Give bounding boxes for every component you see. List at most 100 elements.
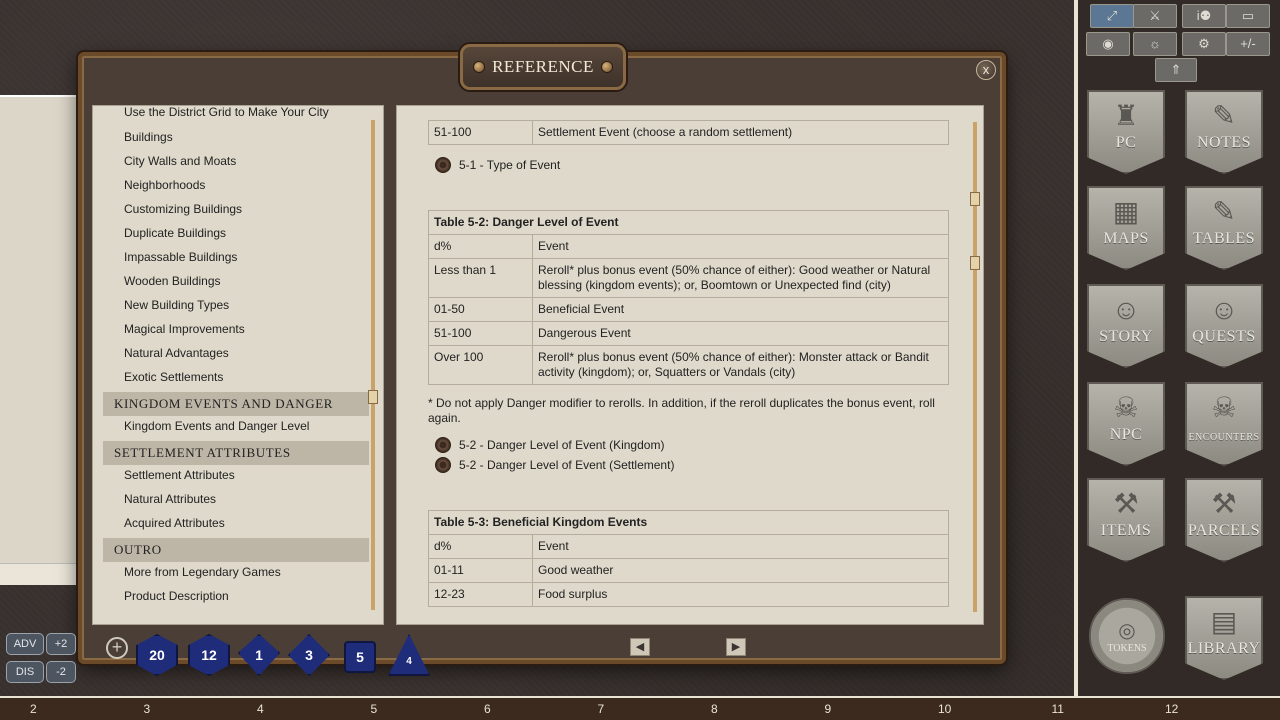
toc-item[interactable]: More from Legendary Games — [103, 563, 369, 587]
table-5-2: Table 5-2: Danger Level of Event d% Event L… — [428, 210, 949, 385]
next-page-button[interactable]: ▶ — [726, 638, 746, 656]
toc-item[interactable]: Product Description — [103, 587, 369, 611]
toc-item[interactable]: Neighborhoods — [103, 176, 369, 200]
toc-scrollbar-thumb[interactable] — [368, 390, 378, 404]
table-row: 12-23 Food surplus — [428, 582, 949, 607]
banner-label: PC — [1115, 134, 1137, 151]
items-button[interactable]: ⚒ ITEMS — [1087, 478, 1165, 562]
color-tool-button[interactable]: ◉ — [1086, 32, 1130, 56]
link-label[interactable]: 5-2 - Danger Level of Event (Settlement) — [459, 458, 674, 472]
pointer-tool-button[interactable]: ⤢ — [1090, 4, 1134, 28]
ruler-tick: 12 — [1165, 702, 1179, 716]
minus-2-button[interactable]: -2 — [46, 661, 76, 683]
library-button[interactable]: ▤ LIBRARY — [1185, 596, 1263, 680]
table-row: 01-50 Beneficial Event — [428, 297, 949, 322]
table-cell: 51-100 — [428, 321, 533, 346]
d6-die[interactable]: 5 — [344, 641, 376, 673]
table-caption: Table 5-2: Danger Level of Event — [428, 210, 949, 235]
combat-tool-button[interactable]: ⚔ — [1133, 4, 1177, 28]
link-icon[interactable] — [435, 157, 451, 173]
close-button[interactable]: x — [976, 60, 996, 80]
toc-item[interactable]: City Walls and Moats — [103, 152, 369, 176]
table-header-cell: Event — [532, 234, 949, 259]
toc-item[interactable]: Buildings — [103, 128, 369, 152]
npc-button[interactable]: ☠ NPC — [1087, 382, 1165, 466]
toc-item[interactable]: Magical Improvements — [103, 320, 369, 344]
toc-item[interactable]: Duplicate Buildings — [103, 224, 369, 248]
toc-item[interactable]: New Building Types — [103, 296, 369, 320]
toc-item[interactable]: Natural Attributes — [103, 490, 369, 514]
toc-item[interactable]: Wooden Buildings — [103, 272, 369, 296]
link-icon[interactable] — [435, 437, 451, 453]
tokens-button[interactable]: ◎ TOKENS — [1089, 598, 1165, 674]
content-scrollbar-marker[interactable] — [970, 256, 980, 270]
ruler-tick: 4 — [257, 702, 264, 716]
quests-button[interactable]: ☺ QUESTS — [1185, 284, 1263, 368]
table-cell: Less than 1 — [428, 258, 533, 298]
banner-label: QUESTS — [1192, 328, 1256, 345]
reference-title-plate[interactable]: REFERENCE — [460, 44, 626, 90]
toc-item[interactable]: Impassable Buildings — [103, 248, 369, 272]
ruler-tick: 2 — [30, 702, 37, 716]
notes-button[interactable]: ✎ NOTES — [1185, 90, 1263, 174]
table-row: Over 100 Reroll* plus bonus event (50% ch… — [428, 345, 949, 385]
lighting-tool-button[interactable]: ☼ — [1133, 32, 1177, 56]
table-caption: Table 5-3: Beneficial Kingdom Events — [428, 510, 949, 535]
up-tool-button[interactable]: ⇑ — [1155, 58, 1197, 82]
toc-item[interactable]: Use the District Grid to Make Your City — [103, 106, 369, 128]
ruler-tick: 11 — [1051, 702, 1064, 716]
toc-scrollbar[interactable] — [368, 120, 378, 610]
tables-button[interactable]: ✎ TABLES — [1185, 186, 1263, 270]
content-scrollbar-thumb[interactable] — [970, 192, 980, 206]
table-cell: Settlement Event (choose a random settle… — [532, 120, 949, 145]
link-5-2-settlement[interactable]: 5-2 - Danger Level of Event (Settlement) — [435, 456, 674, 474]
table-5-3: Table 5-3: Beneficial Kingdom Events d% Ev… — [428, 510, 949, 607]
modifier-tool-button[interactable]: +/- — [1226, 32, 1270, 56]
ruler-tick: 6 — [484, 702, 491, 716]
table-note: * Do not apply Danger modifier to reroll… — [428, 396, 935, 425]
disadvantage-button[interactable]: DIS — [6, 661, 44, 683]
toc-item[interactable]: Acquired Attributes — [103, 514, 369, 538]
banner-label: MAPS — [1103, 230, 1149, 247]
pc-button[interactable]: ♜ PC — [1087, 90, 1165, 174]
options-tool-button[interactable]: ⚙ — [1182, 32, 1226, 56]
banner-label: NPC — [1109, 426, 1143, 443]
toc-item[interactable]: Customizing Buildings — [103, 200, 369, 224]
tables-icon: ✎ — [1212, 197, 1236, 228]
toc-item[interactable]: Exotic Settlements — [103, 368, 369, 392]
reference-content: 51-100 Settlement Event (choose a random… — [396, 105, 984, 625]
notes-tool-button[interactable]: ▭ — [1226, 4, 1270, 28]
toc-section-header[interactable]: KINGDOM EVENTS AND DANGER — [103, 392, 369, 416]
parcels-button[interactable]: ⚒ PARCELS — [1185, 478, 1263, 562]
toc-section-header[interactable]: OUTRO — [103, 538, 369, 562]
npc-icon: ☠ — [1113, 393, 1139, 424]
toc-section-header[interactable]: SETTLEMENT ATTRIBUTES — [103, 441, 369, 465]
content-scrollbar[interactable] — [970, 122, 980, 612]
add-dice-icon[interactable]: + — [106, 637, 128, 659]
link-label[interactable]: 5-2 - Danger Level of Event (Kingdom) — [459, 438, 664, 452]
party-tool-button[interactable]: i⚉ — [1182, 4, 1226, 28]
previous-page-button[interactable]: ◀ — [630, 638, 650, 656]
rivet-icon — [474, 62, 485, 72]
maps-button[interactable]: ▦ MAPS — [1087, 186, 1165, 270]
link-5-2-kingdom[interactable]: 5-2 - Danger Level of Event (Kingdom) — [435, 436, 664, 454]
banner-label: PARCELS — [1187, 522, 1261, 539]
table-header-cell: d% — [428, 534, 533, 559]
distance-ruler: 2 3 4 5 6 7 8 9 10 11 12 — [0, 696, 1280, 720]
toc-item[interactable]: Settlement Attributes — [103, 466, 369, 490]
plus-2-button[interactable]: +2 — [46, 633, 76, 655]
toc-item[interactable]: Kingdom Events and Danger Level — [103, 417, 369, 441]
banner-label: STORY — [1099, 328, 1153, 345]
link-5-1[interactable]: 5-1 - Type of Event — [435, 156, 560, 174]
link-icon[interactable] — [435, 457, 451, 473]
background-document — [0, 95, 78, 585]
encounters-icon: ☠ — [1211, 393, 1237, 424]
story-button[interactable]: ☺ STORY — [1087, 284, 1165, 368]
link-label[interactable]: 5-1 - Type of Event — [459, 158, 560, 172]
ruler-tick: 9 — [824, 702, 832, 716]
table-row: 51-100 Dangerous Event — [428, 321, 949, 346]
advantage-button[interactable]: ADV — [6, 633, 44, 655]
toc-item[interactable]: Natural Advantages — [103, 344, 369, 368]
encounters-button[interactable]: ☠ ENCOUNTERS — [1185, 382, 1263, 466]
table-cell: Dangerous Event — [532, 321, 949, 346]
